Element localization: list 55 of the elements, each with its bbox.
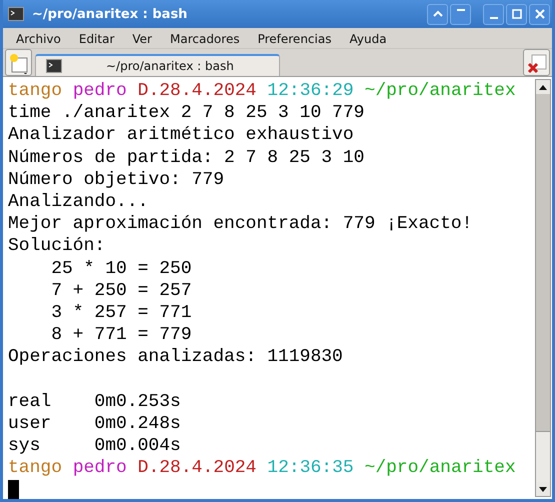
output-line: Operaciones analizadas: 1119830 xyxy=(8,347,343,368)
output-line: user 0m0.248s xyxy=(8,414,181,434)
terminal-icon xyxy=(46,59,62,73)
prompt-text: pedro xyxy=(72,81,127,101)
prompt-text: ~/pro/anaritex xyxy=(364,81,516,101)
new-tab-button[interactable] xyxy=(5,49,32,76)
tab[interactable]: ~/pro/anaritex : bash xyxy=(35,54,280,76)
output-line: 3 * 257 = 771 xyxy=(50,302,192,323)
output-line: Número objetivo: 779 xyxy=(8,170,224,190)
menu-item[interactable]: Preferencias xyxy=(248,32,340,46)
minimize-button[interactable] xyxy=(483,4,504,24)
output-line: Solución: xyxy=(8,236,106,256)
minimize-icon xyxy=(488,17,498,19)
cursor xyxy=(8,480,19,499)
output-line: 25 * 10 = 250 xyxy=(50,258,192,278)
output-line: Mejor aproximación encontrada: 779 ¡Exacto! xyxy=(8,214,472,234)
output-line: Analizando... xyxy=(8,192,148,212)
prompt-text: tango xyxy=(8,81,62,101)
terminal-icon xyxy=(8,7,24,21)
prompt-text: pedro xyxy=(72,458,127,478)
scroll-down-icon xyxy=(539,486,547,492)
prompt-text: ~/pro/anaritex xyxy=(364,458,516,478)
keep-above-button[interactable] xyxy=(450,4,471,24)
maximize-icon xyxy=(512,9,522,19)
scroll-up-icon xyxy=(539,84,547,90)
close-tab-icon xyxy=(526,52,548,74)
menu-item[interactable]: Archivo xyxy=(7,32,70,46)
scroll-up-button[interactable] xyxy=(536,80,550,94)
menu-item[interactable]: Ver xyxy=(123,32,161,46)
close-icon xyxy=(534,9,544,19)
menu-item[interactable]: Editar xyxy=(70,32,124,46)
menu-item[interactable]: Ayuda xyxy=(340,32,396,46)
prompt-text: 12:36:29 xyxy=(267,81,354,101)
shade-button[interactable] xyxy=(427,4,448,24)
window-title: ~/pro/anaritex : bash xyxy=(32,6,188,22)
output-line: real 0m0.253s xyxy=(8,392,181,412)
output-line: Números de partida: 2 7 8 25 3 10 xyxy=(8,148,364,168)
new-tab-icon xyxy=(8,52,30,74)
prompt-text: D.28.4.2024 xyxy=(138,458,256,478)
output-line: 8 + 771 = 779 xyxy=(50,325,192,346)
menu-item[interactable]: Marcadores xyxy=(160,32,249,46)
close-button[interactable] xyxy=(529,4,550,24)
caret-up-icon xyxy=(432,9,442,19)
output-line: Analizador aritmético exhaustivo xyxy=(8,125,354,146)
output-line: time ./anaritex 2 7 8 25 3 10 779 xyxy=(8,103,364,124)
maximize-button[interactable] xyxy=(506,4,527,24)
output-line: sys 0m0.004s xyxy=(8,436,181,456)
prompt-text: D.28.4.2024 xyxy=(138,81,256,101)
scroll-down-button[interactable] xyxy=(536,482,550,496)
close-tab-button[interactable] xyxy=(523,49,550,76)
prompt-text: tango xyxy=(8,458,62,478)
scroll-thumb[interactable] xyxy=(536,431,550,482)
scrollbar[interactable] xyxy=(535,79,551,497)
prompt-text: 12:36:35 xyxy=(267,458,354,478)
output-line: 7 + 250 = 257 xyxy=(50,280,192,301)
